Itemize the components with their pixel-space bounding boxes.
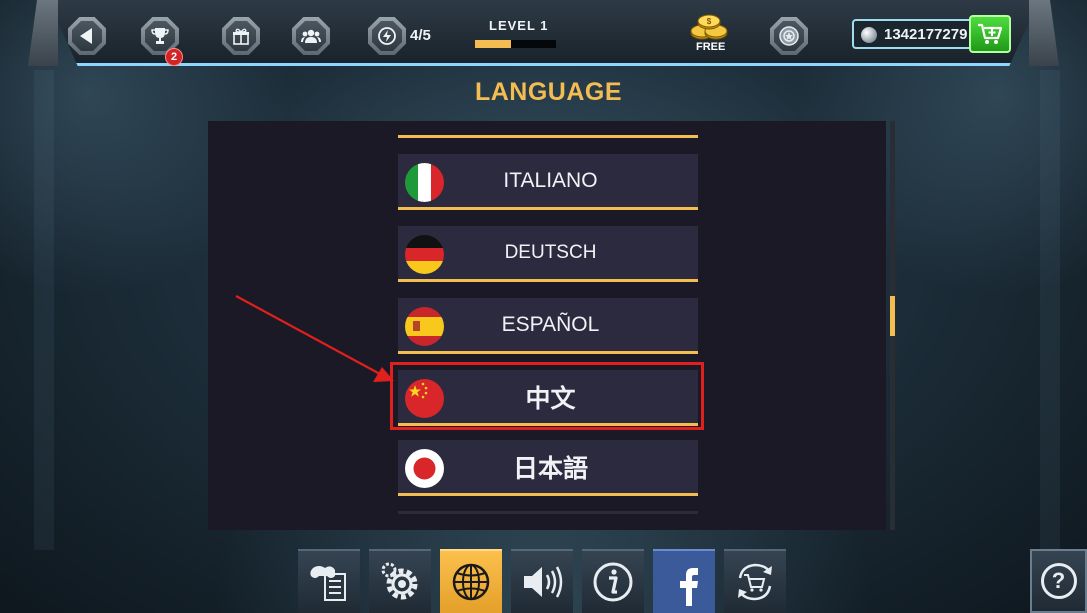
graphics-settings-button[interactable]: [369, 549, 431, 613]
question-mark-icon: ?: [1040, 563, 1077, 599]
svg-text:$: $: [707, 17, 712, 26]
energy-button[interactable]: [368, 17, 406, 55]
top-bar-right-cap: [1029, 0, 1059, 66]
facebook-icon: [662, 560, 706, 606]
italy-flag-icon: [405, 163, 444, 202]
gamepad-document-icon: [310, 566, 346, 601]
language-label: ESPAÑOL: [501, 312, 600, 336]
language-label: DEUTSCH: [504, 241, 597, 263]
germany-flag-icon: [405, 235, 444, 274]
globe-icon: [452, 563, 490, 601]
top-bar-left-cap: [28, 0, 58, 66]
page-title: LANGUAGE: [474, 78, 623, 106]
annotation-arrow-icon: [235, 295, 394, 382]
arena-truss-left: [34, 70, 54, 550]
selection-highlight-box: [390, 362, 704, 430]
free-coins-label[interactable]: FREE: [696, 41, 725, 53]
currency-value: 1342177279: [884, 26, 968, 43]
language-label: ITALIANO: [503, 168, 598, 192]
scrollbar-thumb[interactable]: [890, 296, 895, 336]
gift-icon: [233, 28, 249, 45]
profile-badge-button[interactable]: [770, 17, 808, 55]
shop-cart-button[interactable]: [969, 15, 1011, 53]
trophy-icon: [151, 28, 169, 44]
speaker-icon: [524, 566, 563, 598]
language-option-japanese[interactable]: 日本語: [398, 440, 698, 496]
level-label: LEVEL 1: [489, 18, 549, 33]
level-progress-fill: [475, 40, 512, 48]
japan-flag-icon: [405, 449, 444, 488]
friends-icon: [301, 29, 321, 43]
language-label: 日本語: [512, 453, 588, 483]
silver-coin-icon: [861, 27, 877, 43]
language-option-espanol[interactable]: ESPAÑOL: [398, 298, 698, 354]
trophy-notification-badge: 2: [165, 48, 183, 66]
friends-button[interactable]: [292, 17, 330, 55]
currency-display: 1342177279: [852, 19, 974, 49]
arena-truss-right: [1040, 70, 1060, 550]
sound-button[interactable]: [511, 549, 573, 613]
back-arrow-icon: [80, 28, 92, 44]
info-icon: [593, 562, 633, 602]
profile-badge-icon: [779, 26, 799, 46]
spain-flag-icon: [405, 307, 444, 346]
cart-refresh-icon: [738, 563, 772, 601]
energy-icon: [378, 27, 396, 45]
info-button[interactable]: [582, 549, 644, 613]
language-option-deutsch[interactable]: DEUTSCH: [398, 226, 698, 282]
list-bottom-divider: [398, 511, 698, 514]
list-top-divider: [398, 135, 698, 138]
facebook-button[interactable]: [653, 549, 715, 613]
controls-settings-button[interactable]: [298, 549, 360, 613]
cart-icon: [978, 23, 1003, 44]
language-button[interactable]: [440, 549, 502, 613]
coins-stack-icon[interactable]: $: [690, 13, 728, 41]
language-option-italiano[interactable]: ITALIANO: [398, 154, 698, 210]
restore-purchases-button[interactable]: [724, 549, 786, 613]
help-button[interactable]: ?: [1030, 549, 1087, 613]
gear-icon: [381, 562, 418, 600]
energy-counter: 4/5: [410, 27, 431, 44]
level-progress-bar: [475, 40, 556, 48]
